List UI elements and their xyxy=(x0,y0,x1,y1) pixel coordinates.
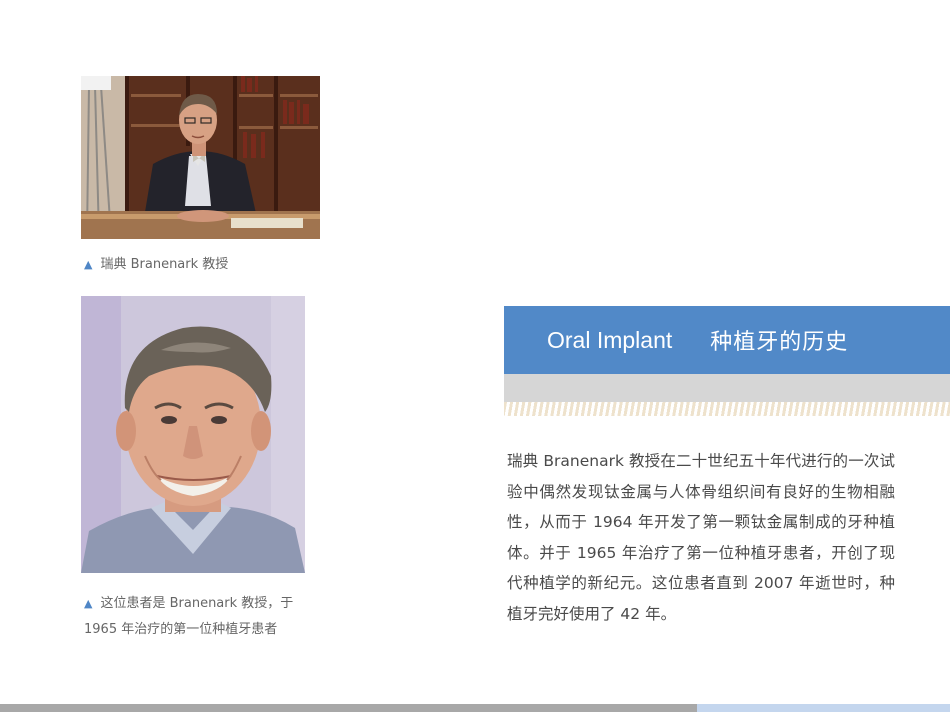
title-underline-band xyxy=(504,374,950,402)
triangle-marker-icon: ▲ xyxy=(84,258,93,271)
caption-text: 这位患者是 Branenark 教授，于 1965 年治疗的第一位种植牙患者 xyxy=(84,596,294,637)
triangle-marker-icon: ▲ xyxy=(84,597,93,610)
history-paragraph: 瑞典 Branenark 教授在二十世纪五十年代进行的一次试验中偶然发现钛金属与… xyxy=(507,452,895,623)
professor-photo-image xyxy=(81,76,320,239)
professor-photo xyxy=(81,76,320,239)
patient-photo-caption: ▲ 这位患者是 Branenark 教授，于 1965 年治疗的第一位种植牙患者 xyxy=(84,591,310,643)
title-english: Oral Implant xyxy=(547,326,673,353)
decorative-stripe-band xyxy=(504,402,950,416)
professor-photo-caption: ▲ 瑞典 Branenark 教授 xyxy=(84,252,228,278)
section-title-bar: Oral Implant 种植牙的历史 xyxy=(504,306,950,374)
title-chinese: 种植牙的历史 xyxy=(710,330,849,355)
patient-photo xyxy=(81,296,305,573)
caption-text: 瑞典 Branenark 教授 xyxy=(100,257,229,272)
footer-bar-blue xyxy=(697,704,950,712)
footer-bar-gray xyxy=(0,704,697,712)
patient-photo-image xyxy=(81,296,305,573)
